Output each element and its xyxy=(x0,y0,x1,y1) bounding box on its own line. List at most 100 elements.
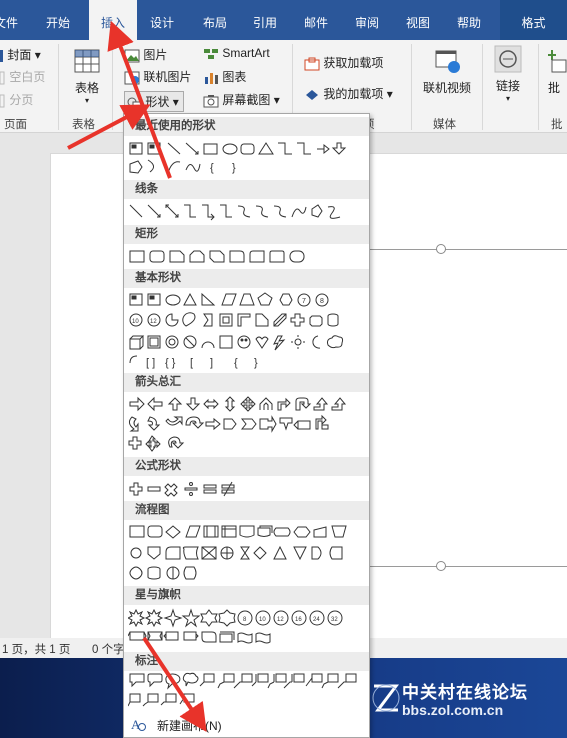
page-break-button[interactable]: 分页 xyxy=(0,91,33,108)
my-addins-button[interactable]: 我的加载项 ▾ xyxy=(304,85,393,102)
tab-format-label: 格式 xyxy=(521,16,546,30)
my-addins-label: 我的加载项 xyxy=(323,87,384,101)
resize-handle[interactable] xyxy=(436,244,446,254)
svg-text:8: 8 xyxy=(320,298,324,305)
tab-mailings[interactable]: 邮件 xyxy=(294,0,338,40)
separator xyxy=(482,44,483,130)
star-banner-shapes-icons[interactable]: 8 10 12 16 24 32 xyxy=(128,608,368,644)
zol-logo-icon xyxy=(372,684,400,712)
tables-group-label: 表格 xyxy=(72,119,95,131)
category-recent: 最近使用的形状 xyxy=(124,117,369,136)
category-rectangles-label: 矩形 xyxy=(135,228,158,240)
svg-text:[: [ xyxy=(190,357,193,369)
chart-button[interactable]: 图表 xyxy=(203,68,246,85)
blank-page-label: 空白页 xyxy=(9,70,46,84)
recent-shapes-icons[interactable]: { } xyxy=(128,140,368,180)
category-recent-label: 最近使用的形状 xyxy=(135,120,216,132)
category-arrows: 箭头总汇 xyxy=(124,373,369,392)
svg-text:[ ]: [ ] xyxy=(146,357,155,369)
shapes-gallery-dropdown: 最近使用的形状 { } 线条 矩形 基本形状 7 8 10 12 [] {}… xyxy=(123,113,370,738)
line-shape[interactable] xyxy=(370,566,567,567)
block-arrow-shapes-icons[interactable] xyxy=(128,395,368,455)
word-count[interactable]: 0 个字 xyxy=(92,641,125,657)
page-count[interactable]: 1 页，共 1 页 xyxy=(2,641,70,657)
line-shape[interactable] xyxy=(370,249,567,250)
flowchart-row xyxy=(128,523,368,580)
screenshot-label: 屏幕截图 xyxy=(222,93,271,107)
tab-insert[interactable]: 插入 xyxy=(89,0,137,40)
category-stars-label: 星与旗帜 xyxy=(135,589,181,601)
equation-shapes-row xyxy=(128,480,368,499)
picture-button[interactable]: 图片 xyxy=(124,46,167,63)
tab-layout-label: 布局 xyxy=(202,16,227,30)
svg-text:}: } xyxy=(254,357,258,369)
smartart-icon xyxy=(204,48,218,59)
svg-text:7: 7 xyxy=(302,298,306,305)
chart-icon xyxy=(205,72,218,84)
category-stars: 星与旗帜 xyxy=(124,586,369,605)
table-icon xyxy=(74,49,100,73)
basic-shapes-icons[interactable]: 7 8 10 12 [] {} [] {} xyxy=(128,291,368,377)
chart-label: 图表 xyxy=(222,70,247,84)
comment-button[interactable]: 批 xyxy=(548,46,567,96)
tab-layout[interactable]: 布局 xyxy=(193,0,237,40)
new-canvas-label: 新建画布(N) xyxy=(157,719,222,733)
category-equation-label: 公式形状 xyxy=(135,460,181,472)
blank-page-icon xyxy=(0,71,5,85)
resize-handle[interactable] xyxy=(436,561,446,571)
new-canvas-icon: A xyxy=(131,717,146,732)
tab-home[interactable]: 开始 xyxy=(38,0,78,40)
equation-shapes-icons[interactable] xyxy=(128,480,368,498)
svg-text:8: 8 xyxy=(243,617,247,623)
table-button[interactable]: 表格 ▾ xyxy=(70,46,104,105)
comment-label: 批 xyxy=(548,81,561,95)
category-lines: 线条 xyxy=(124,180,369,199)
flowchart-shapes-icons[interactable] xyxy=(128,523,368,583)
table-label: 表格 xyxy=(74,81,99,95)
get-addins-button[interactable]: 获取加载项 xyxy=(304,54,383,71)
recent-shapes-row: { } xyxy=(128,140,368,174)
line-shapes-icons[interactable] xyxy=(128,203,368,221)
tab-review-label: 审阅 xyxy=(354,16,379,30)
category-lines-label: 线条 xyxy=(135,183,158,195)
cover-page-button[interactable]: 封面 ▾ xyxy=(0,46,41,63)
online-picture-icon xyxy=(124,71,140,85)
callout-shapes-icons[interactable] xyxy=(128,672,368,708)
tab-references[interactable]: 引用 xyxy=(243,0,287,40)
tab-file[interactable]: 文件 xyxy=(0,0,28,40)
shapes-button[interactable]: 形状 ▾ xyxy=(124,91,184,112)
rectangle-shapes-icons[interactable] xyxy=(128,248,368,266)
online-picture-button[interactable]: 联机图片 xyxy=(124,68,191,85)
svg-text:{: { xyxy=(234,357,238,369)
svg-text:16: 16 xyxy=(295,617,302,623)
online-video-button[interactable]: 联机视频 xyxy=(420,46,474,96)
category-equation: 公式形状 xyxy=(124,457,369,476)
tab-design-label: 设计 xyxy=(149,16,174,30)
pages-group-label: 页面 xyxy=(4,119,27,131)
svg-text:10: 10 xyxy=(259,617,266,623)
link-button[interactable]: 链接 ▾ xyxy=(490,44,526,103)
tab-insert-label: 插入 xyxy=(100,16,125,30)
category-arrows-label: 箭头总汇 xyxy=(135,376,181,388)
new-canvas-menu-item[interactable]: A 新建画布(N) xyxy=(124,712,369,737)
category-flowchart-label: 流程图 xyxy=(135,504,170,516)
blank-page-button[interactable]: 空白页 xyxy=(0,68,45,85)
tab-format[interactable]: 格式 xyxy=(500,0,567,40)
smartart-button[interactable]: SmartArt xyxy=(203,46,270,61)
category-callouts-label: 标注 xyxy=(135,655,158,667)
media-group-label: 媒体 xyxy=(433,119,456,131)
stars-row: 8 10 12 16 24 32 xyxy=(128,608,368,644)
shapes-label: 形状 xyxy=(145,95,170,109)
online-picture-label: 联机图片 xyxy=(143,70,192,84)
tab-review[interactable]: 审阅 xyxy=(345,0,389,40)
screenshot-button[interactable]: 屏幕截图 ▾ xyxy=(203,91,280,108)
tab-view[interactable]: 视图 xyxy=(396,0,440,40)
online-video-icon xyxy=(435,50,460,73)
tab-design[interactable]: 设计 xyxy=(140,0,184,40)
svg-text:{ }: { } xyxy=(165,357,176,369)
svg-text:{: { xyxy=(210,162,214,174)
rectangles-row xyxy=(128,248,368,267)
svg-text:32: 32 xyxy=(331,617,338,623)
tab-help[interactable]: 帮助 xyxy=(447,0,491,40)
tab-file-label: 文件 xyxy=(0,16,19,30)
